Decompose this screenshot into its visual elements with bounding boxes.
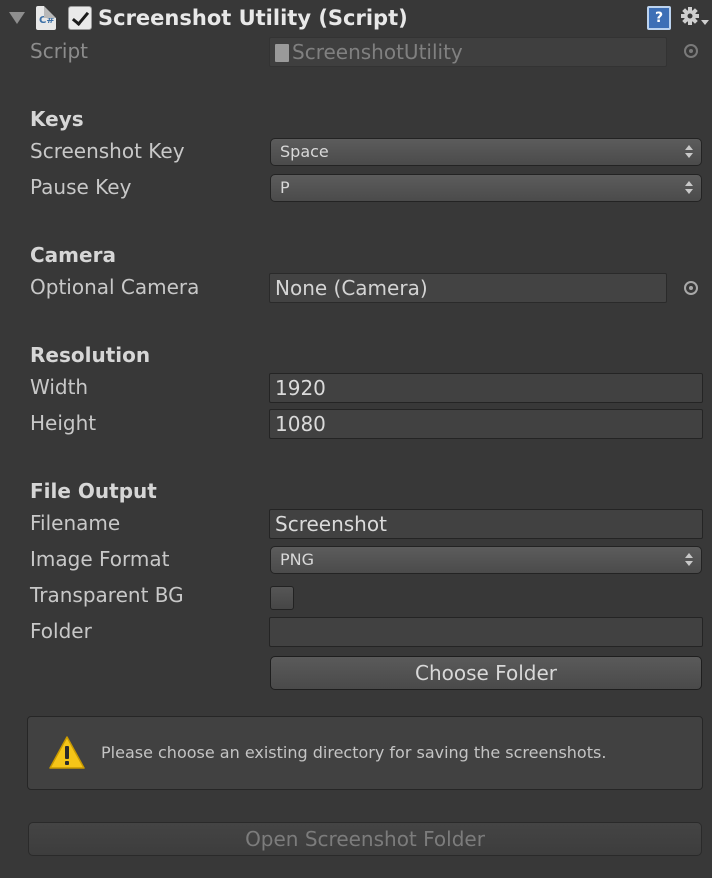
height-input[interactable]: 1080 bbox=[269, 409, 703, 439]
choose-folder-button[interactable]: Choose Folder bbox=[270, 656, 702, 690]
section-resolution: Resolution bbox=[30, 343, 151, 367]
foldout-arrow-icon[interactable] bbox=[9, 12, 25, 24]
script-picker-icon bbox=[684, 44, 698, 58]
height-label: Height bbox=[30, 411, 97, 435]
help-icon[interactable]: ? bbox=[647, 6, 671, 30]
image-format-value: PNG bbox=[280, 550, 315, 569]
pause-key-value: P bbox=[280, 178, 290, 197]
folder-input[interactable] bbox=[269, 617, 703, 647]
filename-input[interactable]: Screenshot bbox=[269, 509, 703, 539]
warning-icon bbox=[49, 736, 85, 769]
component-header[interactable]: C# Screenshot Utility (Script) ? bbox=[0, 0, 712, 38]
screenshot-key-dropdown[interactable]: Space bbox=[270, 138, 702, 166]
script-field: ScreenshotUtility bbox=[269, 37, 667, 67]
pause-key-label: Pause Key bbox=[30, 175, 132, 199]
folder-label: Folder bbox=[30, 619, 92, 643]
warning-help-box: Please choose an existing directory for … bbox=[27, 716, 703, 790]
script-file-icon bbox=[275, 44, 289, 62]
transparent-bg-label: Transparent BG bbox=[30, 583, 184, 607]
image-format-label: Image Format bbox=[30, 547, 170, 571]
screenshot-key-value: Space bbox=[280, 142, 329, 161]
transparent-bg-checkbox[interactable] bbox=[270, 586, 294, 610]
inspector-panel: C# Screenshot Utility (Script) ? Script … bbox=[0, 0, 712, 878]
open-screenshot-folder-button[interactable]: Open Screenshot Folder bbox=[28, 822, 702, 856]
image-format-dropdown[interactable]: PNG bbox=[270, 546, 702, 574]
width-input[interactable]: 1920 bbox=[269, 373, 703, 403]
camera-picker-icon[interactable] bbox=[684, 281, 698, 295]
screenshot-key-label: Screenshot Key bbox=[30, 139, 185, 163]
section-keys: Keys bbox=[30, 107, 84, 131]
component-enabled-checkbox[interactable] bbox=[68, 6, 92, 30]
width-label: Width bbox=[30, 375, 89, 399]
warning-message: Please choose an existing directory for … bbox=[101, 743, 607, 762]
component-title: Screenshot Utility (Script) bbox=[98, 6, 408, 30]
optional-camera-field[interactable]: None (Camera) bbox=[269, 273, 667, 303]
gear-icon[interactable] bbox=[680, 4, 710, 32]
dropdown-arrows-icon bbox=[685, 552, 693, 568]
script-field-value: ScreenshotUtility bbox=[292, 40, 463, 64]
csharp-script-icon: C# bbox=[36, 6, 56, 30]
filename-label: Filename bbox=[30, 511, 121, 535]
section-camera: Camera bbox=[30, 243, 116, 267]
pause-key-dropdown[interactable]: P bbox=[270, 174, 702, 202]
script-label: Script bbox=[30, 39, 89, 63]
section-file-output: File Output bbox=[30, 479, 157, 503]
dropdown-arrows-icon bbox=[685, 180, 693, 196]
dropdown-arrows-icon bbox=[685, 144, 693, 160]
optional-camera-label: Optional Camera bbox=[30, 275, 200, 299]
